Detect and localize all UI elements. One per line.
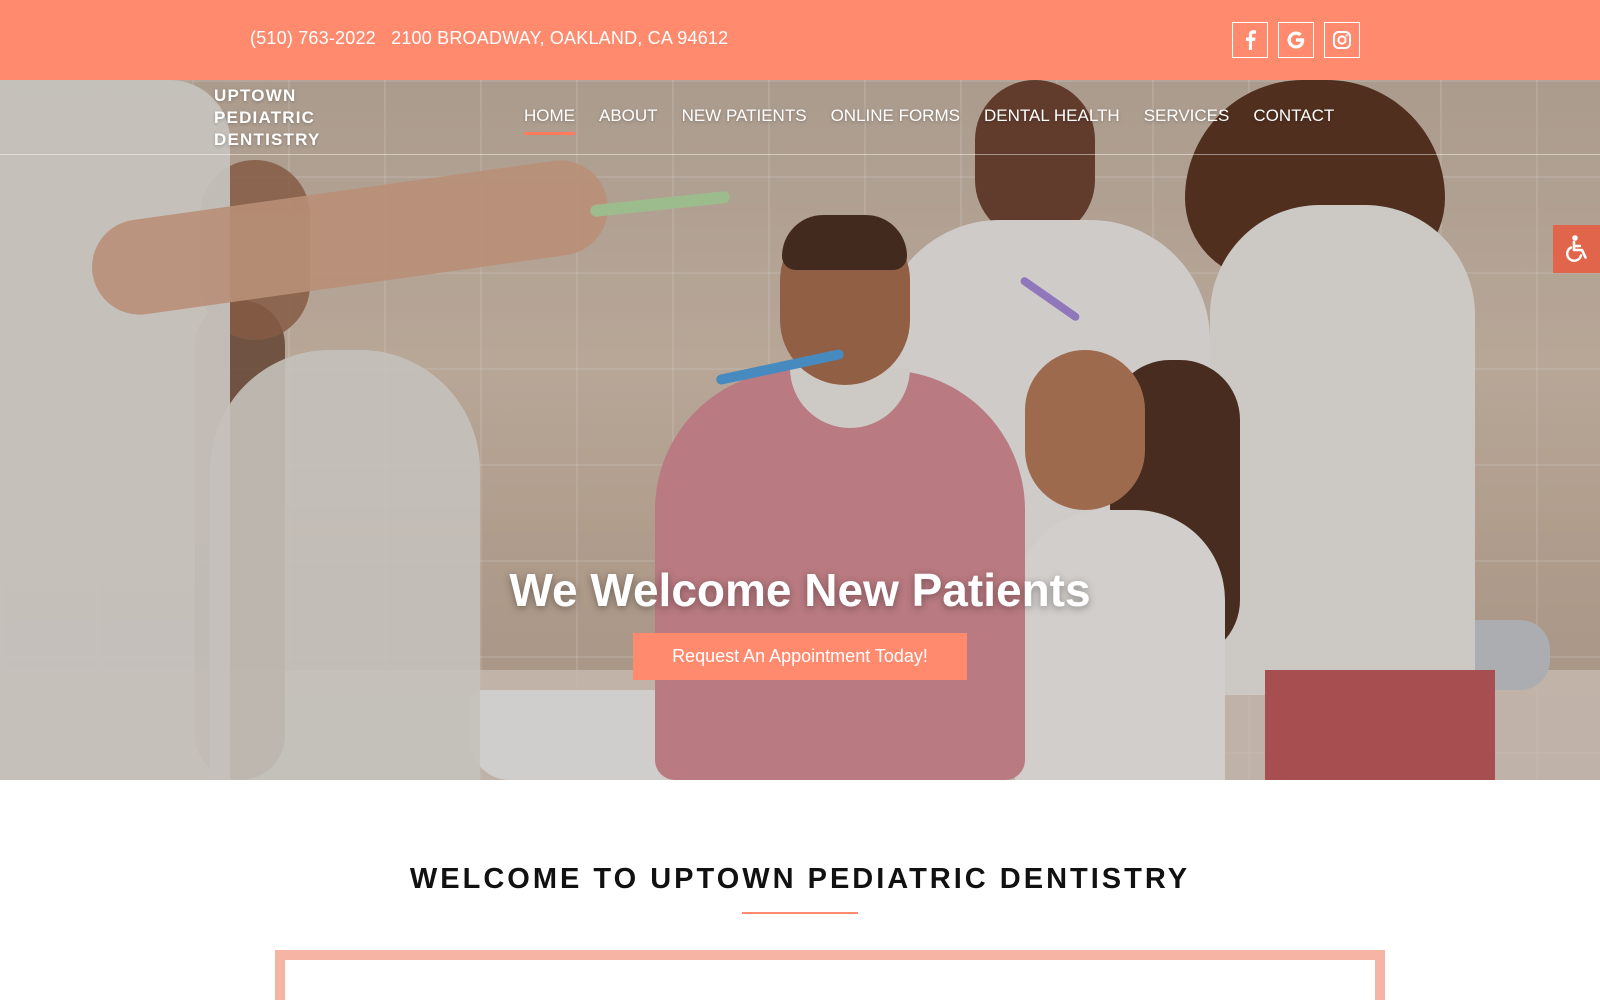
site-logo[interactable]: UPTOWN PEDIATRIC DENTISTRY — [214, 85, 364, 151]
nav-contact[interactable]: CONTACT — [1253, 106, 1334, 135]
google-icon — [1287, 31, 1305, 49]
heading-underline — [742, 912, 858, 914]
wheelchair-icon — [1565, 235, 1587, 262]
hero-title: We Welcome New Patients — [509, 564, 1091, 616]
request-appointment-button[interactable]: Request An Appointment Today! — [633, 633, 967, 680]
accessibility-button[interactable] — [1553, 225, 1600, 273]
instagram-link[interactable] — [1324, 22, 1360, 58]
welcome-heading: WELCOME TO UPTOWN PEDIATRIC DENTISTRY — [409, 863, 1191, 895]
address: 2100 BROADWAY, OAKLAND, CA 94612 — [391, 28, 729, 48]
nav-dental-health[interactable]: DENTAL HEALTH — [984, 106, 1120, 135]
logo-line-2: PEDIATRIC — [214, 108, 316, 127]
facebook-icon — [1246, 30, 1256, 50]
logo-line-3: DENTISTRY — [214, 130, 321, 149]
nav-online-forms[interactable]: ONLINE FORMS — [831, 106, 960, 135]
contact-info: (510) 763-2022 2100 BROADWAY, OAKLAND, C… — [250, 28, 728, 49]
content-frame — [275, 950, 1385, 1000]
logo-line-1: UPTOWN — [214, 86, 297, 105]
nav-about[interactable]: ABOUT — [599, 106, 658, 135]
facebook-link[interactable] — [1232, 22, 1268, 58]
phone-number[interactable]: (510) 763-2022 — [250, 28, 376, 48]
nav-home[interactable]: HOME — [524, 106, 575, 135]
nav-services[interactable]: SERVICES — [1144, 106, 1230, 135]
google-link[interactable] — [1278, 22, 1314, 58]
main-navbar: UPTOWN PEDIATRIC DENTISTRY HOME ABOUT NE… — [0, 80, 1600, 155]
top-contact-bar: (510) 763-2022 2100 BROADWAY, OAKLAND, C… — [0, 0, 1600, 80]
primary-nav: HOME ABOUT NEW PATIENTS ONLINE FORMS DEN… — [524, 106, 1334, 135]
nav-new-patients[interactable]: NEW PATIENTS — [682, 106, 807, 135]
instagram-icon — [1333, 31, 1351, 49]
